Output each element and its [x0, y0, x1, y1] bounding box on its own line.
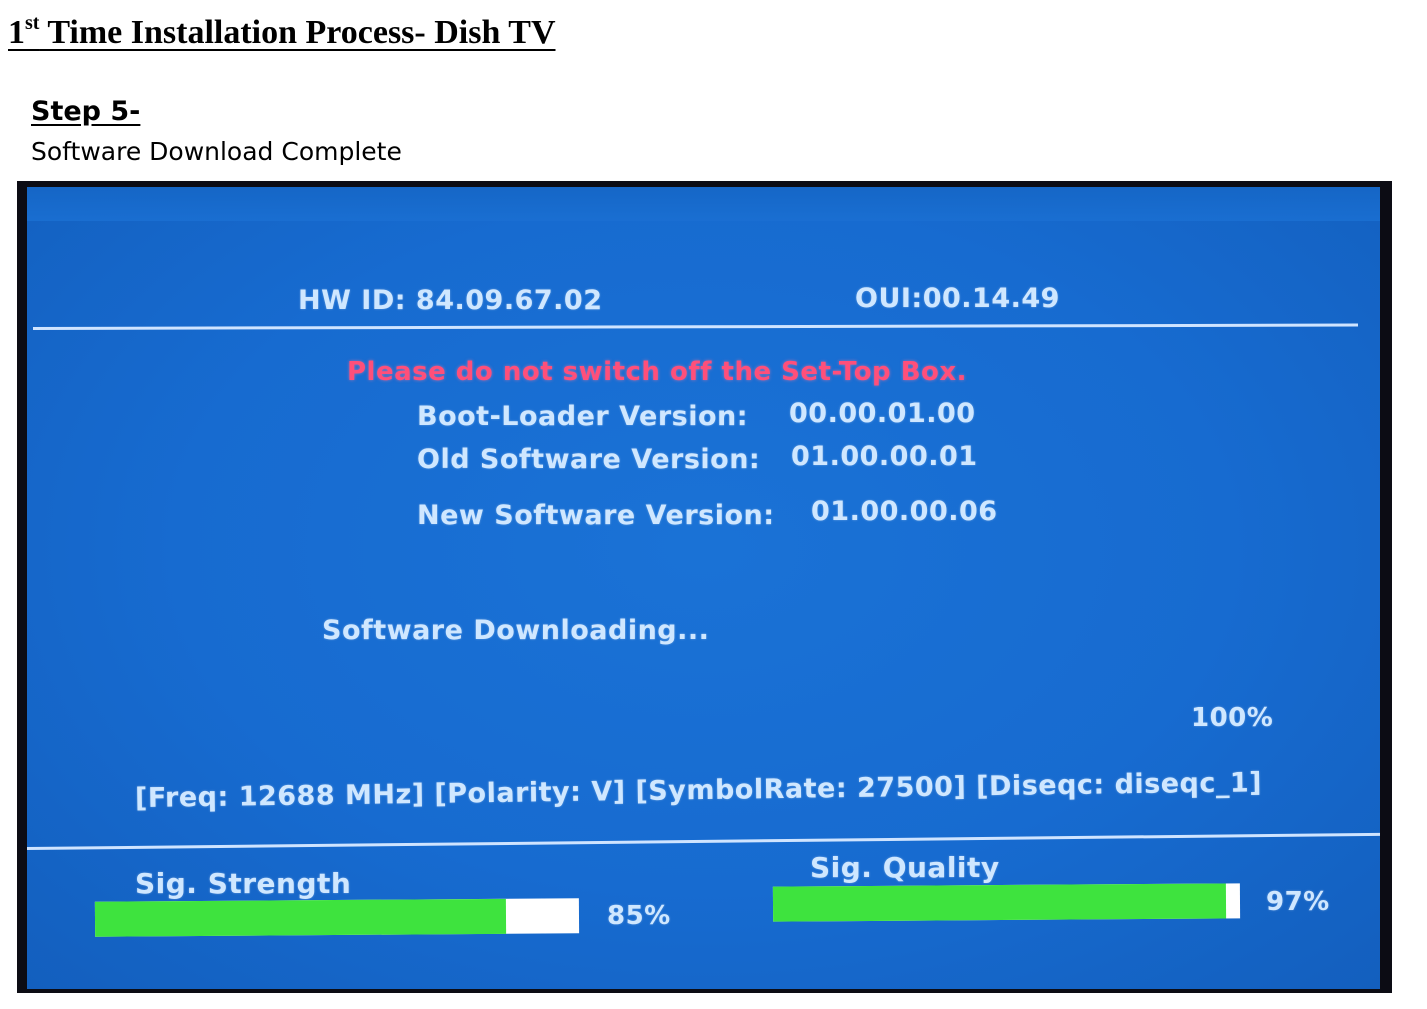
title-text: Time Installation Process- Dish TV: [39, 14, 556, 51]
tv-screen-osd: HW ID: 84.09.67.02 OUI:00.14.49 Please d…: [27, 187, 1380, 989]
signal-quality-fill: [772, 883, 1227, 922]
signal-strength-fill: [94, 898, 507, 937]
warning-text: Please do not switch off the Set-Top Box…: [347, 357, 968, 387]
hw-id-text: HW ID: 84.09.67.02: [298, 285, 603, 316]
bootloader-label: Boot-Loader Version:: [417, 401, 749, 432]
header-divider: [32, 323, 1358, 330]
signal-strength-value: 85%: [607, 901, 671, 931]
title-ordinal-suffix: st: [25, 12, 40, 34]
download-status: Software Downloading...: [322, 615, 710, 646]
tv-photo: HW ID: 84.09.67.02 OUI:00.14.49 Please d…: [17, 181, 1392, 993]
tuning-info: [Freq: 12688 MHz] [Polarity: V] [SymbolR…: [134, 767, 1263, 814]
oui-text: OUI:00.14.49: [855, 283, 1060, 314]
title-ordinal: 1: [8, 14, 25, 51]
new-software-label: New Software Version:: [417, 500, 775, 531]
signal-strength-bar: [94, 898, 580, 937]
old-software-value: 01.00.00.01: [791, 441, 978, 472]
new-software-value: 01.00.00.06: [811, 496, 998, 527]
step-heading: Step 5-: [31, 96, 141, 127]
osd-top-strip: [27, 187, 1380, 221]
progress-percent: 100%: [1191, 703, 1274, 733]
document-title: 1st Time Installation Process- Dish TV: [8, 10, 556, 56]
signal-quality-value: 97%: [1266, 887, 1330, 917]
signal-quality-label: Sig. Quality: [810, 851, 1000, 884]
signal-quality-bar: [772, 883, 1241, 922]
step-description: Software Download Complete: [31, 137, 402, 166]
signal-strength-label: Sig. Strength: [135, 867, 352, 900]
bootloader-value: 00.00.01.00: [789, 398, 976, 429]
footer-divider: [27, 832, 1380, 850]
old-software-label: Old Software Version:: [417, 444, 761, 475]
